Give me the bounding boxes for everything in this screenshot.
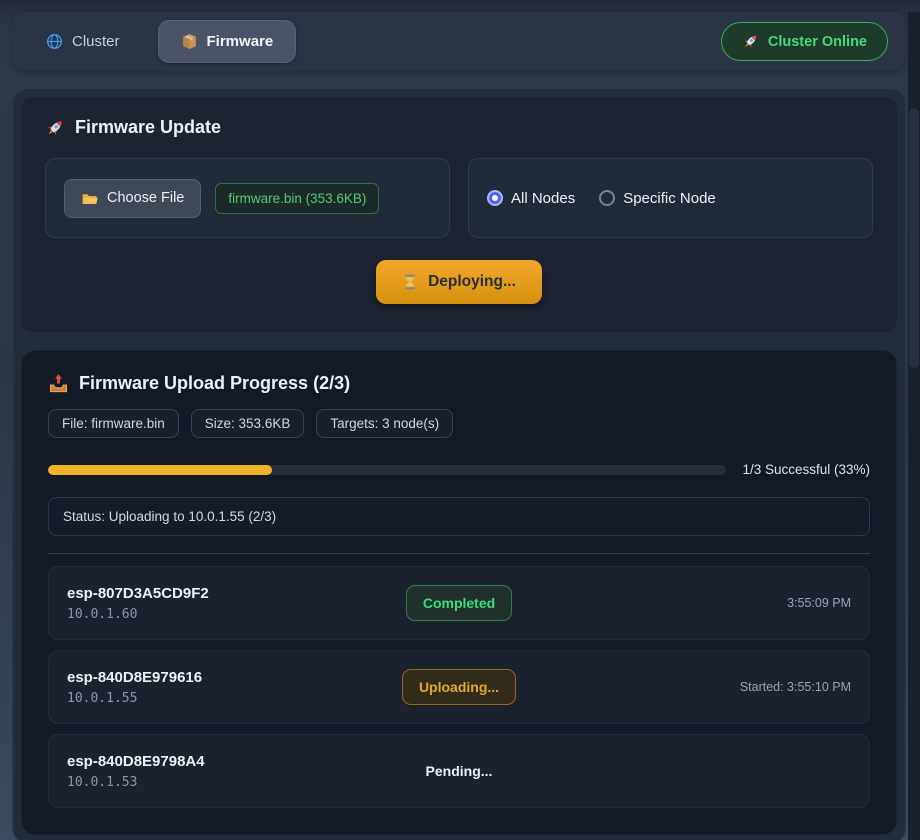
status-box: Status: Uploading to 10.0.1.55 (2/3) (48, 497, 870, 536)
firmware-update-title-row: Firmware Update (45, 117, 873, 138)
update-controls: Choose File firmware.bin (353.6KB) All N… (45, 158, 873, 238)
node-list: esp-807D3A5CD9F2 10.0.1.60 Completed 3:5… (48, 566, 870, 808)
upload-meta-badges: File: firmware.bin Size: 353.6KB Targets… (48, 409, 870, 438)
meta-badge: File: firmware.bin (48, 409, 179, 438)
rocket-icon (742, 33, 759, 50)
divider (48, 553, 870, 554)
node-name: esp-807D3A5CD9F2 (67, 585, 406, 602)
node-ip: 10.0.1.60 (67, 607, 406, 622)
node-identity: esp-840D8E9798A4 10.0.1.53 (67, 753, 426, 790)
node-status-badge: Uploading... (402, 669, 516, 705)
node-name: esp-840D8E9798A4 (67, 753, 426, 770)
node-ip: 10.0.1.55 (67, 691, 402, 706)
node-identity: esp-807D3A5CD9F2 10.0.1.60 (67, 585, 406, 622)
radio-icon (487, 190, 503, 206)
radio-label: Specific Node (623, 190, 716, 207)
firmware-update-card: Firmware Update Choose File firmware.bin… (21, 97, 897, 332)
meta-badge: Size: 353.6KB (191, 409, 305, 438)
target-radio-option[interactable]: All Nodes (487, 190, 575, 207)
progress-bar (48, 465, 726, 475)
choose-file-label: Choose File (107, 190, 184, 206)
node-ip: 10.0.1.53 (67, 775, 426, 790)
globe-icon (46, 33, 63, 50)
deploy-button[interactable]: Deploying... (376, 260, 542, 304)
hourglass-icon (402, 274, 418, 290)
cluster-online-badge: Cluster Online (721, 22, 888, 61)
node-name: esp-840D8E979616 (67, 669, 402, 686)
tab-firmware-label: Firmware (207, 33, 274, 50)
scrollbar-track[interactable] (908, 12, 920, 840)
node-row: esp-840D8E979616 10.0.1.55 Uploading... … (48, 650, 870, 724)
meta-badge: Targets: 3 node(s) (316, 409, 453, 438)
package-icon (181, 33, 198, 50)
node-status-badge: Pending... (426, 754, 493, 788)
folder-icon (81, 190, 98, 207)
tab-cluster[interactable]: Cluster (30, 23, 136, 60)
page: Cluster Firmware Cluster Online Firmware… (12, 12, 906, 840)
tab-firmware[interactable]: Firmware (158, 20, 297, 63)
deploy-row: Deploying... (45, 260, 873, 304)
progress-bar-fill (48, 465, 272, 475)
node-timestamp: Started: 3:55:10 PM (740, 680, 851, 694)
radio-label: All Nodes (511, 190, 575, 207)
upload-progress-card: Firmware Upload Progress (2/3) File: fir… (21, 350, 897, 835)
progress-row: 1/3 Successful (33%) (48, 462, 870, 477)
target-radio-option[interactable]: Specific Node (599, 190, 716, 207)
node-timestamp: 3:55:09 PM (787, 596, 851, 610)
firmware-update-title: Firmware Update (75, 117, 221, 138)
scrollbar-thumb[interactable] (909, 108, 919, 368)
cluster-online-label: Cluster Online (768, 34, 867, 50)
node-status-badge: Completed (406, 585, 512, 621)
deploy-button-label: Deploying... (428, 273, 516, 291)
node-row: esp-840D8E9798A4 10.0.1.53 Pending... (48, 734, 870, 808)
upload-progress-title-row: Firmware Upload Progress (2/3) (48, 373, 870, 394)
node-row: esp-807D3A5CD9F2 10.0.1.60 Completed 3:5… (48, 566, 870, 640)
file-select-box: Choose File firmware.bin (353.6KB) (45, 158, 450, 238)
node-identity: esp-840D8E979616 10.0.1.55 (67, 669, 402, 706)
radio-icon (599, 190, 615, 206)
main-container: Firmware Update Choose File firmware.bin… (12, 88, 906, 840)
choose-file-button[interactable]: Choose File (64, 179, 201, 218)
rocket-icon (45, 118, 65, 138)
tab-cluster-label: Cluster (72, 33, 120, 50)
upload-progress-title: Firmware Upload Progress (2/3) (79, 373, 350, 394)
selected-file-badge: firmware.bin (353.6KB) (215, 183, 379, 214)
outbox-tray-icon (48, 373, 69, 394)
target-select-box: All Nodes Specific Node (468, 158, 873, 238)
target-radio-group: All Nodes Specific Node (487, 190, 716, 207)
progress-label: 1/3 Successful (33%) (742, 462, 870, 477)
top-nav: Cluster Firmware Cluster Online (12, 12, 906, 71)
